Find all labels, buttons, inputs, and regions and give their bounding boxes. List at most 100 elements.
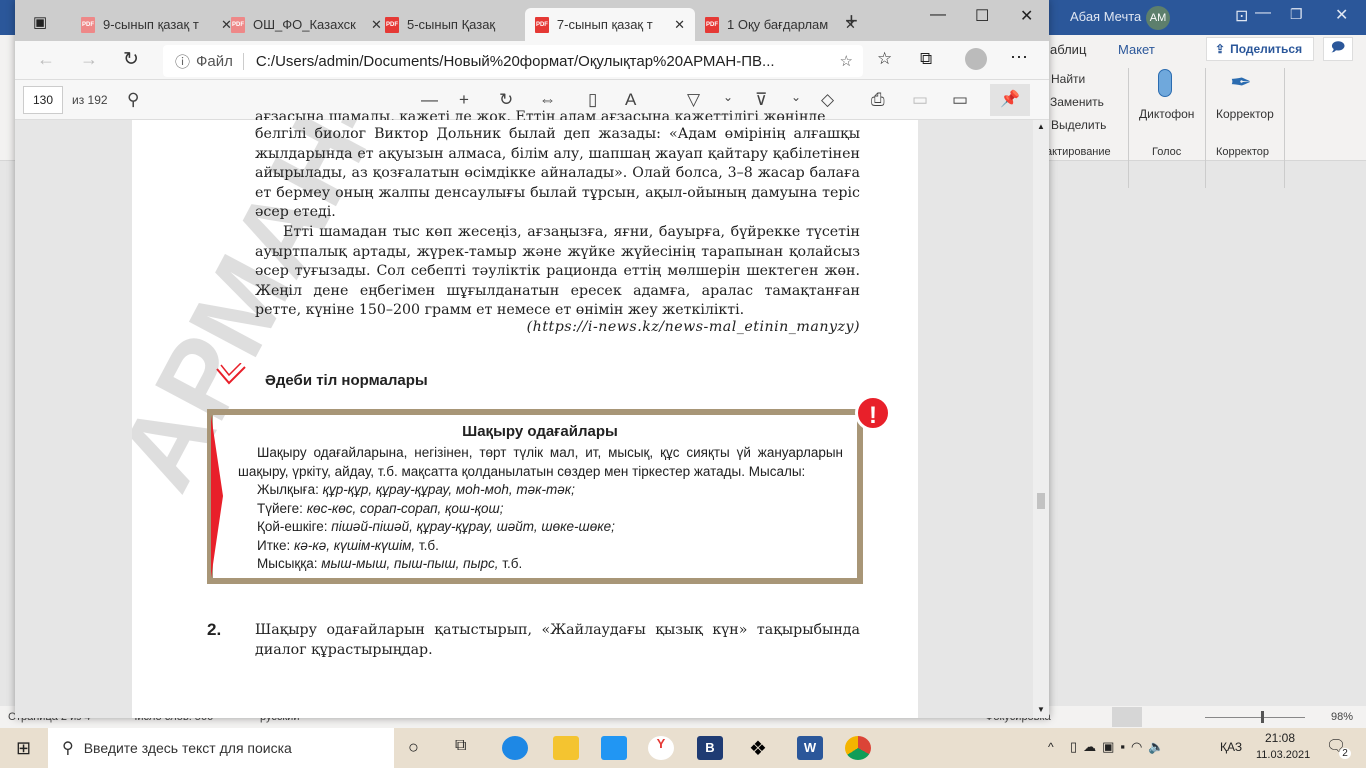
cortana-icon[interactable]: ○	[408, 737, 419, 758]
clock-date[interactable]: 11.03.2021	[1256, 749, 1310, 761]
paragraph-1: белгілі биолог Виктор Дольник былай деп …	[255, 126, 860, 221]
box-title: Шақыру одағайлары	[462, 423, 618, 440]
corrector-button[interactable]: Корректор	[1216, 107, 1274, 121]
tab-5[interactable]: PDF 1 Оқу бағдарлам ✕	[695, 8, 866, 41]
page-total: из 192	[72, 93, 108, 107]
zoom-thumb[interactable]	[1261, 711, 1264, 723]
taskbar-search[interactable]: ⚲ Введите здесь текст для поиска	[48, 728, 394, 768]
save-as-icon[interactable]: ▭	[952, 90, 968, 110]
minimize-button[interactable]: —	[1255, 4, 1271, 22]
find-button[interactable]: Найти	[1051, 72, 1085, 86]
box-intro: Шақыру одағайларына, негізінен, төрт түл…	[238, 445, 843, 479]
vertical-scrollbar[interactable]: ▲ ▼	[1033, 120, 1049, 718]
add-favorite-icon[interactable]: ☆	[840, 52, 853, 70]
word-app-icon[interactable]: W	[797, 736, 823, 760]
tab-table[interactable]: аблиц	[1050, 42, 1086, 57]
zoom-slider[interactable]	[1205, 717, 1305, 718]
print-layout-button[interactable]	[1112, 707, 1142, 727]
new-tab-button[interactable]: +	[845, 8, 858, 34]
close-tab-icon[interactable]: ✕	[674, 17, 685, 33]
ribbon-display-icon[interactable]: ⊡	[1235, 6, 1248, 26]
task-number: 2.	[207, 620, 222, 639]
example-item: Итке: кә-кә, күшім-күшім, т.б.	[257, 537, 439, 553]
mail-icon[interactable]	[601, 736, 627, 760]
notification-count: 2	[1339, 748, 1351, 759]
eraser-icon[interactable]: ◇	[821, 90, 834, 110]
tab-1[interactable]: PDF 9-сынып қазақ т ✕	[71, 8, 242, 41]
close-window-button[interactable]: ✕	[1020, 6, 1033, 26]
pin-toolbar-button[interactable]: 📌	[990, 84, 1030, 116]
clock-time[interactable]: 21:08	[1265, 731, 1295, 745]
minimize-button[interactable]: —	[930, 6, 946, 24]
draw-options-chevron[interactable]: ⌄	[723, 90, 733, 104]
microphone-icon	[1158, 69, 1172, 97]
search-icon[interactable]: ⚲	[127, 90, 139, 110]
more-icon[interactable]: ⋯	[1010, 47, 1028, 68]
tab-2[interactable]: PDF ОШ_ФО_Казахск ✕	[221, 8, 392, 41]
page-number-input[interactable]: 130	[23, 86, 63, 114]
input-language[interactable]: ҚАЗ	[1220, 740, 1242, 754]
zoom-out-button[interactable]: —	[421, 90, 438, 110]
file-explorer-icon[interactable]	[553, 736, 579, 760]
close-button[interactable]: ✕	[1335, 5, 1348, 25]
partial-line: ағзасына шамалы, қажеті де жоқ. Еттің ад…	[255, 109, 826, 120]
zoom-in-button[interactable]: +	[459, 90, 469, 110]
tab-actions-icon[interactable]: ▣	[33, 13, 47, 31]
page-view-icon[interactable]: ▯	[588, 90, 597, 110]
task-view-icon[interactable]: ⧉	[455, 737, 466, 755]
source-link: (https://i-news.kz/news-mal_etinin_manyz…	[526, 319, 860, 335]
group-corrector-label: Корректор	[1216, 146, 1269, 158]
save-icon[interactable]: ▭	[912, 90, 928, 110]
example-item: Қой-ешкіге: пішәй-пішәй, құрау-құрау, шә…	[257, 519, 615, 535]
exclamation-icon: !	[855, 395, 891, 431]
url-field[interactable]: ⓘ Файл C:/Users/admin/Documents/Новый%20…	[163, 45, 863, 77]
collections-icon[interactable]: ⧉	[920, 49, 932, 69]
edge-app-icon[interactable]	[502, 736, 528, 760]
fit-width-icon[interactable]: ⇔	[539, 90, 556, 110]
scroll-down-arrow[interactable]: ▼	[1037, 705, 1045, 714]
refresh-button[interactable]: ↻	[123, 48, 139, 71]
taskbar: ⊞ ⚲ Введите здесь текст для поиска ○ ⧉ Y …	[0, 728, 1366, 768]
maximize-button[interactable]: ☐	[975, 6, 989, 26]
favorites-icon[interactable]: ☆	[877, 49, 892, 69]
replace-button[interactable]: Заменить	[1050, 95, 1104, 109]
share-icon: ⇪	[1215, 42, 1226, 56]
read-aloud-icon[interactable]: A	[625, 90, 636, 110]
dropbox-icon[interactable]: ❖	[745, 736, 771, 760]
show-hidden-icons[interactable]: ^	[1048, 740, 1054, 754]
rotate-icon[interactable]: ↻	[499, 90, 513, 110]
tab-layout[interactable]: Макет	[1118, 42, 1155, 57]
yandex-icon[interactable]: Y	[648, 736, 674, 760]
print-icon[interactable]: ⎙	[871, 90, 885, 110]
scroll-up-arrow[interactable]: ▲	[1037, 122, 1045, 131]
comments-button[interactable]: 🗩	[1323, 37, 1353, 61]
profile-icon[interactable]	[965, 48, 987, 70]
forward-button[interactable]: →	[80, 49, 98, 70]
highlight-options-chevron[interactable]: ⌄	[791, 90, 801, 104]
draw-icon[interactable]: ▽	[687, 90, 700, 110]
pdf-icon: PDF	[705, 16, 719, 33]
chrome-icon[interactable]	[845, 736, 871, 760]
rule-box: Шақыру одағайлары Шақыру одағайларына, н…	[207, 409, 863, 584]
example-item: Түйеге: көс-көс, сорап-сорап, қош-қош;	[257, 500, 504, 516]
avatar[interactable]: АМ	[1146, 6, 1170, 30]
tab-4-active[interactable]: PDF 7-сынып қазақ т ✕	[525, 8, 695, 41]
file-label: Файл	[196, 52, 244, 70]
example-item: Жылқыға: құр-құр, құрау-құрау, моһ-моһ, …	[257, 482, 575, 497]
examples-list: Жылқыға: құр-құр, құрау-құрау, моһ-моһ, …	[257, 481, 615, 574]
highlight-icon[interactable]: ⊽	[755, 90, 767, 110]
group-editing-label: актирование	[1046, 146, 1111, 158]
restore-button[interactable]: ❐	[1290, 6, 1303, 23]
example-item: Мысыққа: мыш-мыш, пыш-пыш, пырс, т.б.	[257, 556, 523, 572]
tab-3[interactable]: PDF5-сынып Қазақ✕	[375, 8, 546, 41]
windows-start-icon[interactable]: ⊞	[16, 738, 31, 759]
back-button[interactable]: ←	[37, 49, 55, 70]
share-button[interactable]: ⇪ Поделиться	[1206, 37, 1314, 61]
select-button[interactable]: Выделить	[1051, 118, 1106, 132]
dictate-button[interactable]: Диктофон	[1139, 107, 1194, 121]
chevron-marker-icon	[216, 363, 246, 385]
b-app-icon[interactable]: B	[697, 736, 723, 760]
pdf-icon: PDF	[385, 16, 399, 33]
scroll-thumb[interactable]	[1037, 493, 1045, 509]
tray-icons[interactable]: ▯☁▣▪◠🔈	[1070, 739, 1171, 755]
